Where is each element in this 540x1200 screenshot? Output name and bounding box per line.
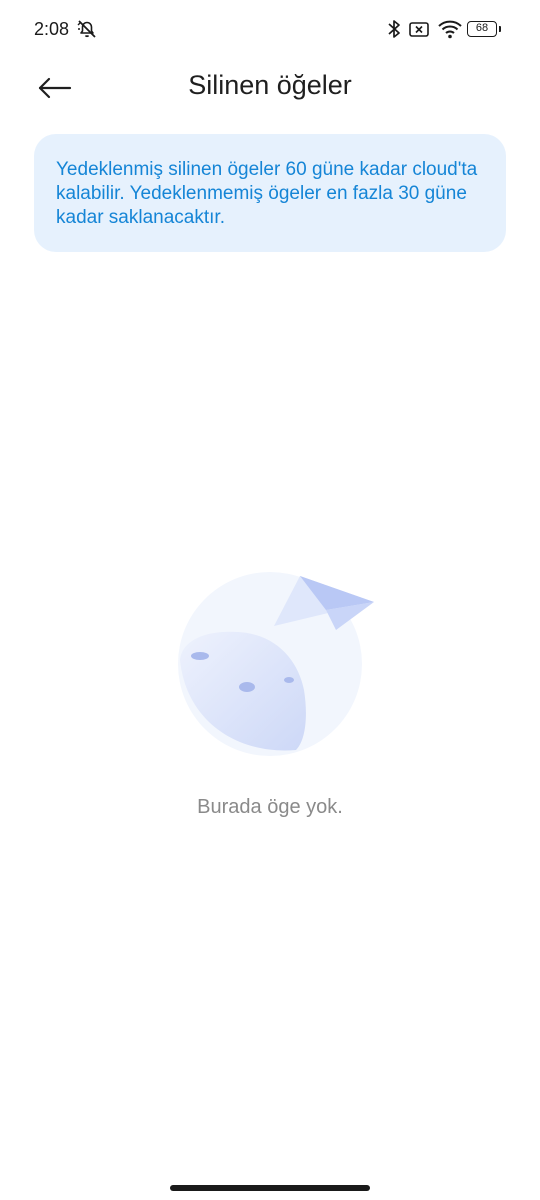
status-time: 2:08: [34, 19, 70, 39]
wifi-icon: [438, 20, 462, 39]
battery-icon: 68: [467, 21, 501, 37]
bluetooth-icon: [388, 20, 400, 38]
moon-paper-plane-illustration: [178, 572, 374, 756]
screen: 2:08 68 Silinen öğeler Yedeklenmiş silin…: [0, 0, 540, 1200]
info-banner: Yedeklenmiş silinen ögeler 60 güne kadar…: [34, 134, 506, 252]
header: Silinen öğeler: [0, 60, 540, 116]
home-indicator[interactable]: [170, 1185, 370, 1191]
empty-state-message: Burada öge yok.: [197, 796, 343, 818]
info-banner-text: Yedeklenmiş silinen ögeler 60 güne kadar…: [56, 159, 478, 228]
status-bar: 2:08 68: [0, 0, 540, 60]
no-sim-icon: [409, 22, 429, 37]
mute-icon: [77, 20, 96, 38]
page-title: Silinen öğeler: [188, 70, 352, 100]
